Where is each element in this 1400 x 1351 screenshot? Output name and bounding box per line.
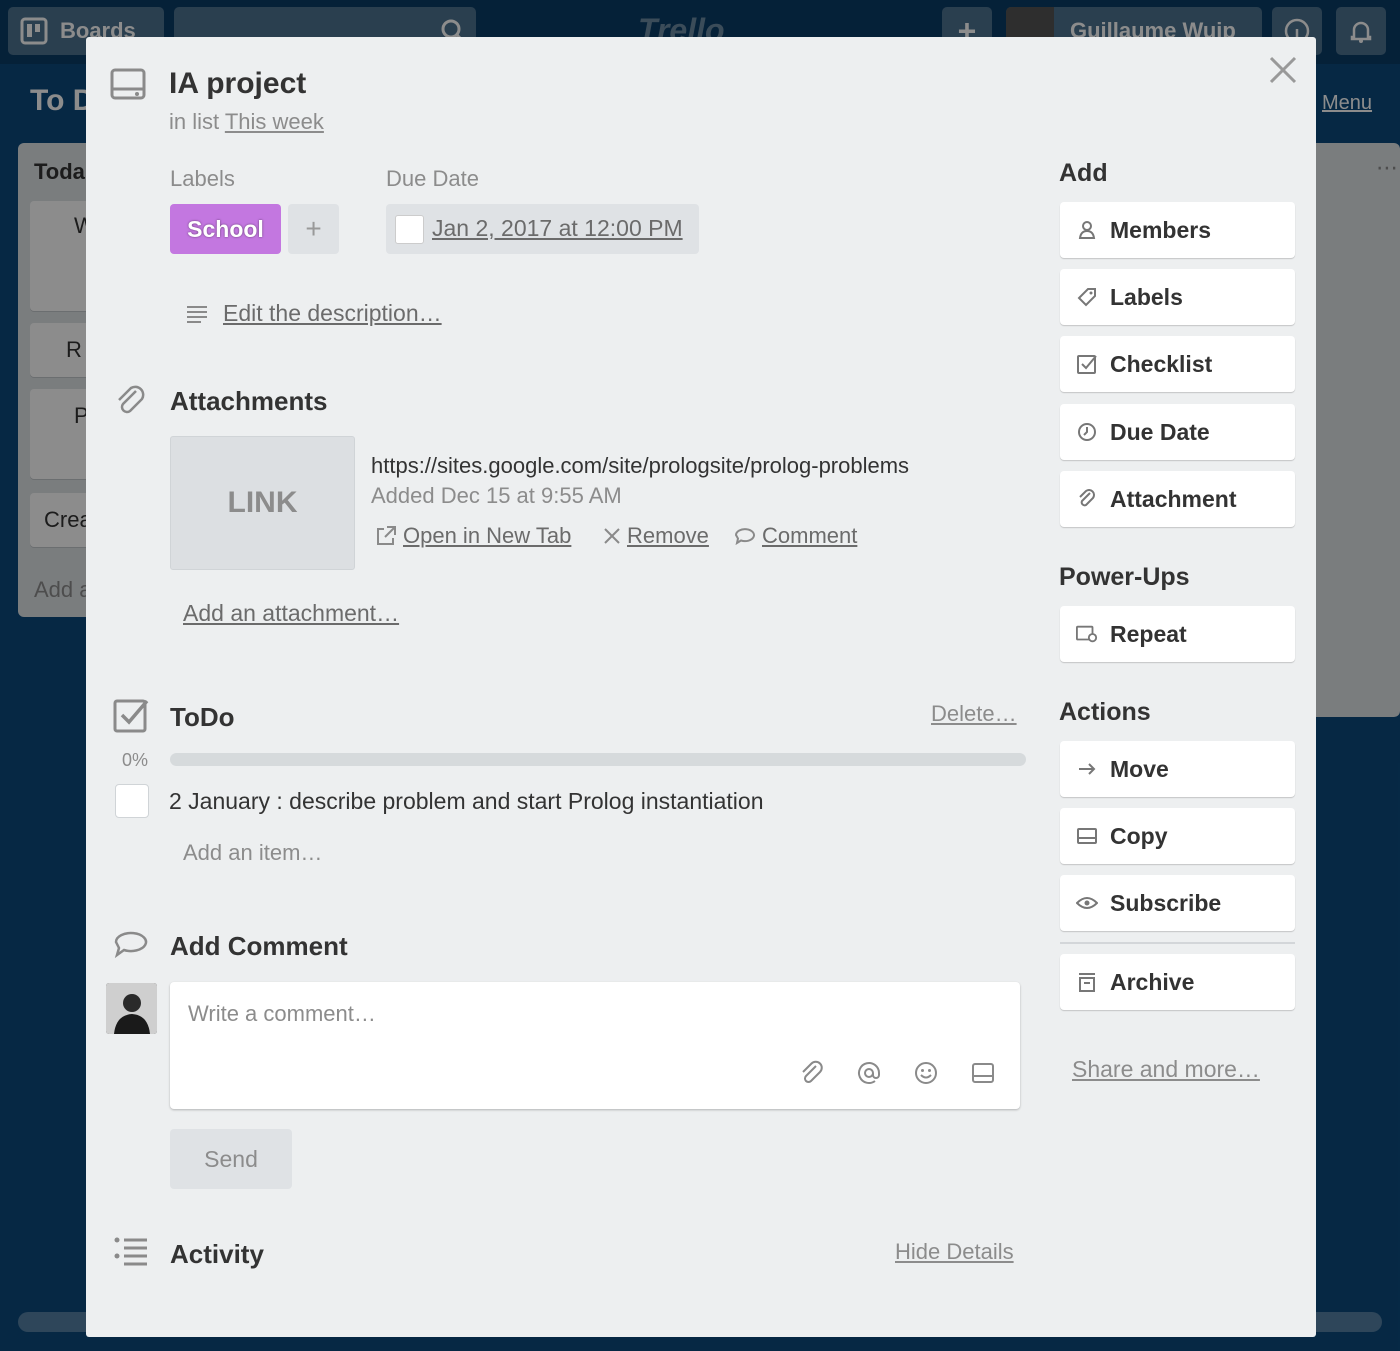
avatar[interactable] (106, 983, 157, 1034)
share-and-more-link[interactable]: Share and more… (1072, 1056, 1260, 1083)
add-attachment-link[interactable]: Add an attachment… (183, 600, 399, 627)
edit-description-link[interactable]: Edit the description… (223, 300, 442, 327)
arrow-right-icon (1076, 758, 1098, 780)
actions-divider (1060, 942, 1295, 944)
list-name-link[interactable]: This week (225, 109, 324, 134)
checklist-title[interactable]: ToDo (170, 702, 235, 733)
close-icon (604, 528, 620, 544)
add-label-button[interactable]: + (288, 204, 339, 254)
clock-icon (1076, 421, 1098, 443)
due-date-button[interactable]: Due Date (1060, 404, 1295, 460)
activity-heading: Activity (170, 1239, 264, 1269)
repeat-button[interactable]: Repeat (1060, 606, 1295, 662)
external-link-icon (377, 526, 396, 545)
description-icon (187, 306, 207, 323)
checklist-icon (113, 699, 149, 733)
add-comment-heading: Add Comment (170, 931, 348, 961)
remove-attachment-link[interactable]: Remove (603, 523, 709, 549)
mention-icon[interactable] (856, 1060, 882, 1086)
comment-icon (114, 931, 148, 959)
archive-icon (1076, 971, 1098, 993)
add-heading: Add (1059, 159, 1108, 187)
activity-icon (114, 1237, 147, 1266)
open-in-new-tab-link[interactable]: Open in New Tab (375, 523, 571, 549)
checklist-progress-bar (170, 753, 1026, 766)
eye-icon (1076, 892, 1098, 914)
comment-icon (734, 528, 755, 545)
members-button[interactable]: Members (1060, 202, 1295, 258)
attachment-added-date: Added Dec 15 at 9:55 AM (371, 483, 622, 508)
card-list-info: in list This week (169, 109, 324, 134)
comment-attachment-link[interactable]: Comment (734, 523, 857, 549)
paperclip-icon (1076, 488, 1098, 510)
paperclip-icon[interactable] (799, 1060, 825, 1086)
due-date-heading: Due Date (386, 166, 479, 191)
attachments-heading: Attachments (170, 386, 328, 416)
copy-button[interactable]: Copy (1060, 808, 1295, 864)
checklist-progress-percent: 0% (122, 750, 149, 770)
delete-checklist-link[interactable]: Delete… (931, 701, 1017, 727)
hide-details-link[interactable]: Hide Details (895, 1239, 1014, 1265)
card-detail-dialog: IA project in list This week Labels Scho… (86, 37, 1316, 1337)
checklist-item-text[interactable]: 2 January : describe problem and start P… (169, 788, 764, 815)
repeat-icon (1076, 623, 1098, 645)
due-date-link[interactable]: Jan 2, 2017 at 12:00 PM (432, 215, 683, 242)
paperclip-icon (118, 385, 145, 414)
comment-placeholder: Write a comment… (188, 1001, 376, 1026)
due-complete-checkbox[interactable] (395, 215, 424, 244)
checkbox-icon (1076, 353, 1098, 375)
checklist-button[interactable]: Checklist (1060, 336, 1295, 392)
person-icon (1076, 219, 1098, 241)
card-icon (110, 68, 146, 100)
checklist-item-checkbox[interactable] (115, 784, 149, 818)
attachment-button[interactable]: Attachment (1060, 471, 1295, 527)
attachment-url[interactable]: https://sites.google.com/site/prologsite… (371, 453, 909, 479)
archive-button[interactable]: Archive (1060, 954, 1295, 1010)
move-button[interactable]: Move (1060, 741, 1295, 797)
attachment-thumbnail[interactable]: LINK (170, 436, 355, 570)
due-date-badge: Jan 2, 2017 at 12:00 PM (386, 204, 699, 254)
label-school[interactable]: School (170, 204, 281, 254)
labels-button[interactable]: Labels (1060, 269, 1295, 325)
card-icon[interactable] (970, 1060, 996, 1086)
close-icon[interactable] (1266, 53, 1300, 87)
labels-heading: Labels (170, 166, 235, 191)
comment-input[interactable]: Write a comment… (170, 982, 1020, 1109)
subscribe-button[interactable]: Subscribe (1060, 875, 1295, 931)
card-title[interactable]: IA project (169, 67, 306, 101)
user-photo-icon (106, 983, 157, 1034)
tag-icon (1076, 286, 1098, 308)
card-icon (1076, 825, 1098, 847)
send-comment-button[interactable]: Send (170, 1129, 292, 1189)
actions-heading: Actions (1059, 698, 1151, 726)
powerups-heading: Power-Ups (1059, 563, 1190, 591)
add-checklist-item-link[interactable]: Add an item… (183, 840, 322, 866)
emoji-icon[interactable] (913, 1060, 939, 1086)
